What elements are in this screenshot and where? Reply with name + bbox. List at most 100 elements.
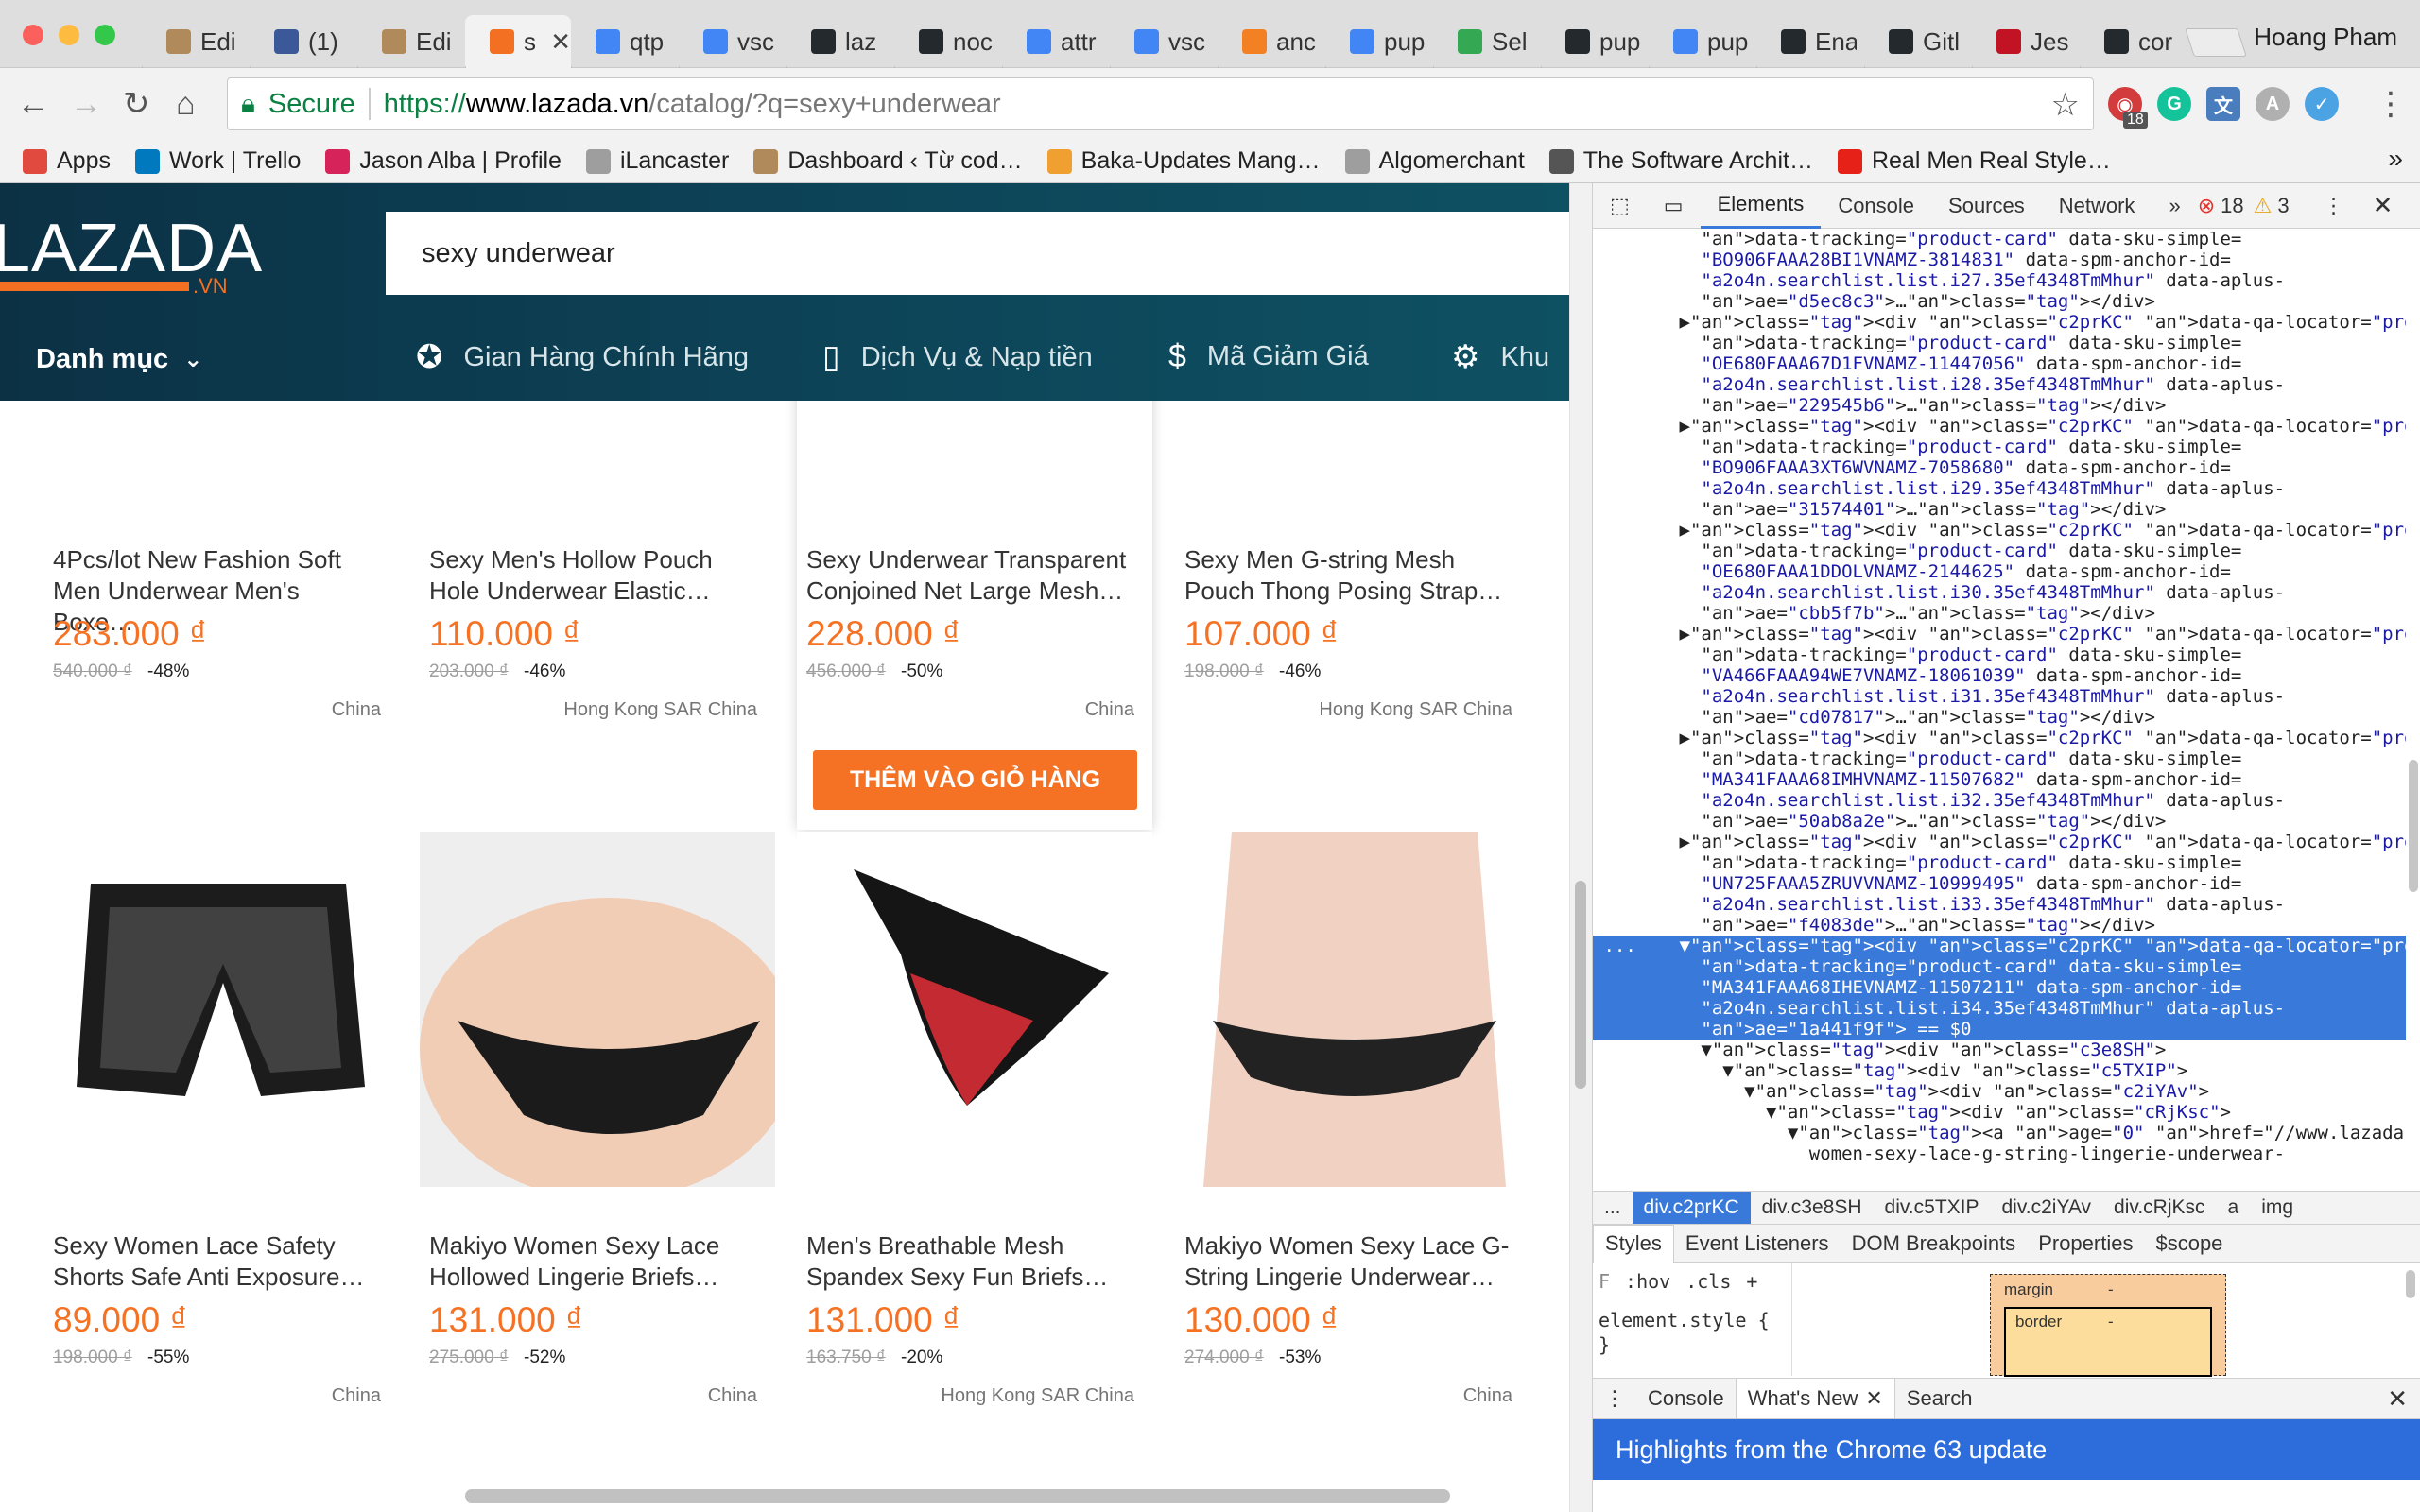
dom-line[interactable]: "MA341FAAA68IMHVNAMZ-11507682" data-spm-… xyxy=(1593,769,2406,790)
extension-icon[interactable]: A xyxy=(2256,87,2290,121)
subtab-scope[interactable]: $scope xyxy=(2144,1225,2234,1263)
close-drawer-icon[interactable]: ✕ xyxy=(2387,1384,2408,1414)
dom-line[interactable]: women-sexy-lace-g-string-lingerie-underw… xyxy=(1593,1143,2406,1164)
dom-line[interactable]: "an">data-tracking="product-card" data-s… xyxy=(1593,852,2406,873)
dom-line[interactable]: ... ▼"an">class="tag"><div "an">class="c… xyxy=(1593,936,2406,956)
dom-line[interactable]: ▼"an">class="tag"><div "an">class="c5TXI… xyxy=(1593,1060,2406,1081)
dom-line[interactable]: "a2o4n.searchlist.list.i30.35ef4348TmMhu… xyxy=(1593,582,2406,603)
dom-line[interactable]: "an">ae="d5ec8c3">…"an">class="tag"></di… xyxy=(1593,291,2406,312)
dom-line[interactable]: "OE680FAAA1DDOLVNAMZ-2144625" data-spm-a… xyxy=(1593,561,2406,582)
product-image[interactable] xyxy=(420,832,775,1187)
browser-tab[interactable]: pup xyxy=(1325,15,1433,68)
dom-line[interactable]: "a2o4n.searchlist.list.i34.35ef4348TmMhu… xyxy=(1593,998,2406,1019)
bookmark-item[interactable]: Real Men Real Style… xyxy=(1837,147,2111,175)
browser-tab[interactable]: noc xyxy=(894,15,1002,68)
product-image[interactable] xyxy=(43,832,397,1187)
browser-tab[interactable]: qtp xyxy=(571,15,679,68)
bookmark-item[interactable]: Baka-Updates Mang… xyxy=(1046,147,1321,175)
breadcrumb-item[interactable]: div.c3e8SH xyxy=(1751,1196,1874,1219)
subtab-styles[interactable]: Styles xyxy=(1593,1224,1674,1263)
breadcrumb-item[interactable]: div.c5TXIP xyxy=(1874,1196,1991,1219)
dom-line[interactable]: ▶"an">class="tag"><div "an">class="c2prK… xyxy=(1593,416,2407,437)
styles-scrollbar[interactable] xyxy=(2406,1270,2415,1298)
tab-network[interactable]: Network xyxy=(2042,183,2152,229)
breadcrumb-item[interactable]: img xyxy=(2250,1196,2305,1219)
dom-line[interactable]: "an">ae="cbb5f7b">…"an">class="tag"></di… xyxy=(1593,603,2406,624)
dom-line[interactable]: "MA341FAAA68IHEVNAMZ-11507211" data-spm-… xyxy=(1593,977,2406,998)
profile-name[interactable]: Hoang Pham xyxy=(2254,23,2397,52)
dom-line[interactable]: "an">ae="1a441f9f"> == $0 xyxy=(1593,1019,2406,1040)
class-toggle[interactable]: .cls xyxy=(1685,1270,1731,1293)
dom-line[interactable]: "an">data-tracking="product-card" data-s… xyxy=(1593,644,2406,665)
dom-line[interactable]: "BO906FAAA28BI1VNAMZ-3814831" data-spm-a… xyxy=(1593,249,2406,270)
breadcrumb-item[interactable]: div.cRjKsc xyxy=(2102,1196,2216,1219)
tab-elements[interactable]: Elements xyxy=(1700,183,1822,229)
browser-tab[interactable]: pup xyxy=(1541,15,1649,68)
product-image[interactable] xyxy=(1175,832,1530,1187)
dom-line[interactable]: "UN725FAAA5ZRUVVNAMZ-10999495" data-spm-… xyxy=(1593,873,2406,894)
bookmark-item[interactable]: Jason Alba | Profile xyxy=(325,147,562,175)
breadcrumb-item[interactable]: ... xyxy=(1593,1196,1633,1219)
bookmark-item[interactable]: The Software Archit… xyxy=(1548,147,1813,175)
page-horizontal-scrollbar[interactable] xyxy=(465,1489,1450,1503)
dom-line[interactable]: ▶"an">class="tag"><div "an">class="c2prK… xyxy=(1593,832,2407,852)
close-window-icon[interactable] xyxy=(23,25,43,45)
browser-tab[interactable]: laz xyxy=(786,15,894,68)
breadcrumb-item[interactable]: div.c2iYAv xyxy=(1991,1196,2103,1219)
dom-line[interactable]: "an">data-tracking="product-card" data-s… xyxy=(1593,333,2406,353)
reload-icon[interactable]: ↻ xyxy=(123,85,150,123)
dom-line[interactable]: ▶"an">class="tag"><div "an">class="c2prK… xyxy=(1593,728,2407,748)
categories-dropdown[interactable]: Danh mục ⌄ xyxy=(36,344,202,375)
browser-tab[interactable]: Edi xyxy=(142,15,250,68)
devtools-menu-icon[interactable]: ⋮ xyxy=(2324,194,2344,218)
dom-line[interactable]: ▼"an">class="tag"><div "an">class="c3e8S… xyxy=(1593,1040,2406,1060)
tab-console[interactable]: Console xyxy=(1821,183,1931,229)
back-icon[interactable]: ← xyxy=(17,85,49,123)
product-title[interactable]: Sexy Men's Hollow Pouch Hole Underwear E… xyxy=(429,544,755,607)
bookmark-star-icon[interactable]: ☆ xyxy=(2051,86,2080,124)
subtab-event-listeners[interactable]: Event Listeners xyxy=(1674,1225,1841,1263)
browser-tab[interactable]: vsc xyxy=(679,15,786,68)
dom-tree-scrollbar[interactable] xyxy=(2409,760,2418,892)
nav-services-topup[interactable]: ▯ Dịch Vụ & Nạp tiền xyxy=(822,338,1093,376)
bookmark-item[interactable]: Algomerchant xyxy=(1344,147,1525,175)
add-rule-icon[interactable]: + xyxy=(1746,1270,1757,1293)
browser-tab[interactable]: pup xyxy=(1649,15,1756,68)
browser-tab[interactable]: Gitl xyxy=(1864,15,1972,68)
inspect-element-icon[interactable]: ⬚ xyxy=(1593,183,1647,229)
element-style-rule[interactable]: element.style { } xyxy=(1599,1308,1770,1357)
dom-line[interactable]: "a2o4n.searchlist.list.i29.35ef4348TmMhu… xyxy=(1593,478,2406,499)
tab-sources[interactable]: Sources xyxy=(1931,183,2042,229)
page-vertical-scrollbar[interactable] xyxy=(1569,183,1592,1512)
breadcrumb-item[interactable]: div.c2prKC xyxy=(1632,1192,1751,1224)
search-input[interactable]: sexy underwear xyxy=(386,212,1569,295)
dom-line[interactable]: "BO906FAAA3XT6WVNAMZ-7058680" data-spm-a… xyxy=(1593,457,2406,478)
drawer-tab-search[interactable]: Search xyxy=(1895,1379,1984,1418)
dom-line[interactable]: ▶"an">class="tag"><div "an">class="c2prK… xyxy=(1593,520,2407,541)
breadcrumb-item[interactable]: a xyxy=(2217,1196,2251,1219)
dom-line[interactable]: ▼"an">class="tag"><a "an">age="0" "an">h… xyxy=(1593,1123,2406,1143)
address-bar[interactable]: 🔒︎ Secure https:// www.lazada.vn /catalo… xyxy=(227,77,2094,130)
dom-line[interactable]: ▼"an">class="tag"><div "an">class="c2iYA… xyxy=(1593,1081,2406,1102)
browser-tab[interactable]: vsc xyxy=(1110,15,1218,68)
browser-tab[interactable]: s ✕ xyxy=(465,15,571,68)
dom-line[interactable]: "an">data-tracking="product-card" data-s… xyxy=(1593,437,2406,457)
browser-tab[interactable]: Sel xyxy=(1433,15,1541,68)
browser-tab[interactable]: Ena xyxy=(1756,15,1864,68)
product-title[interactable]: Makiyo Women Sexy Lace Hollowed Lingerie… xyxy=(429,1230,755,1293)
device-toolbar-icon[interactable]: ▭ xyxy=(1647,183,1701,229)
dom-line[interactable]: "an">ae="50ab8a2e">…"an">class="tag"></d… xyxy=(1593,811,2406,832)
maximize-window-icon[interactable] xyxy=(95,25,115,45)
scrollbar-thumb[interactable] xyxy=(1575,881,1586,1089)
dom-line[interactable]: "an">data-tracking="product-card" data-s… xyxy=(1593,748,2406,769)
browser-tab[interactable]: (1) xyxy=(250,15,357,68)
dom-line[interactable]: "OE680FAAA67D1FVNAMZ-11447056" data-spm-… xyxy=(1593,353,2406,374)
nav-promotions[interactable]: ⚙ Khu xyxy=(1451,338,1549,376)
subtab-properties[interactable]: Properties xyxy=(2027,1225,2144,1263)
minimize-window-icon[interactable] xyxy=(59,25,79,45)
error-count[interactable]: 18 xyxy=(2221,194,2243,218)
dom-line[interactable]: ▶"an">class="tag"><div "an">class="c2prK… xyxy=(1593,624,2407,644)
extension-icon[interactable]: ✓ xyxy=(2305,87,2339,121)
dom-line[interactable]: "a2o4n.searchlist.list.i33.35ef4348TmMhu… xyxy=(1593,894,2406,915)
menu-kebab-icon[interactable]: ⋮ xyxy=(2375,85,2407,123)
